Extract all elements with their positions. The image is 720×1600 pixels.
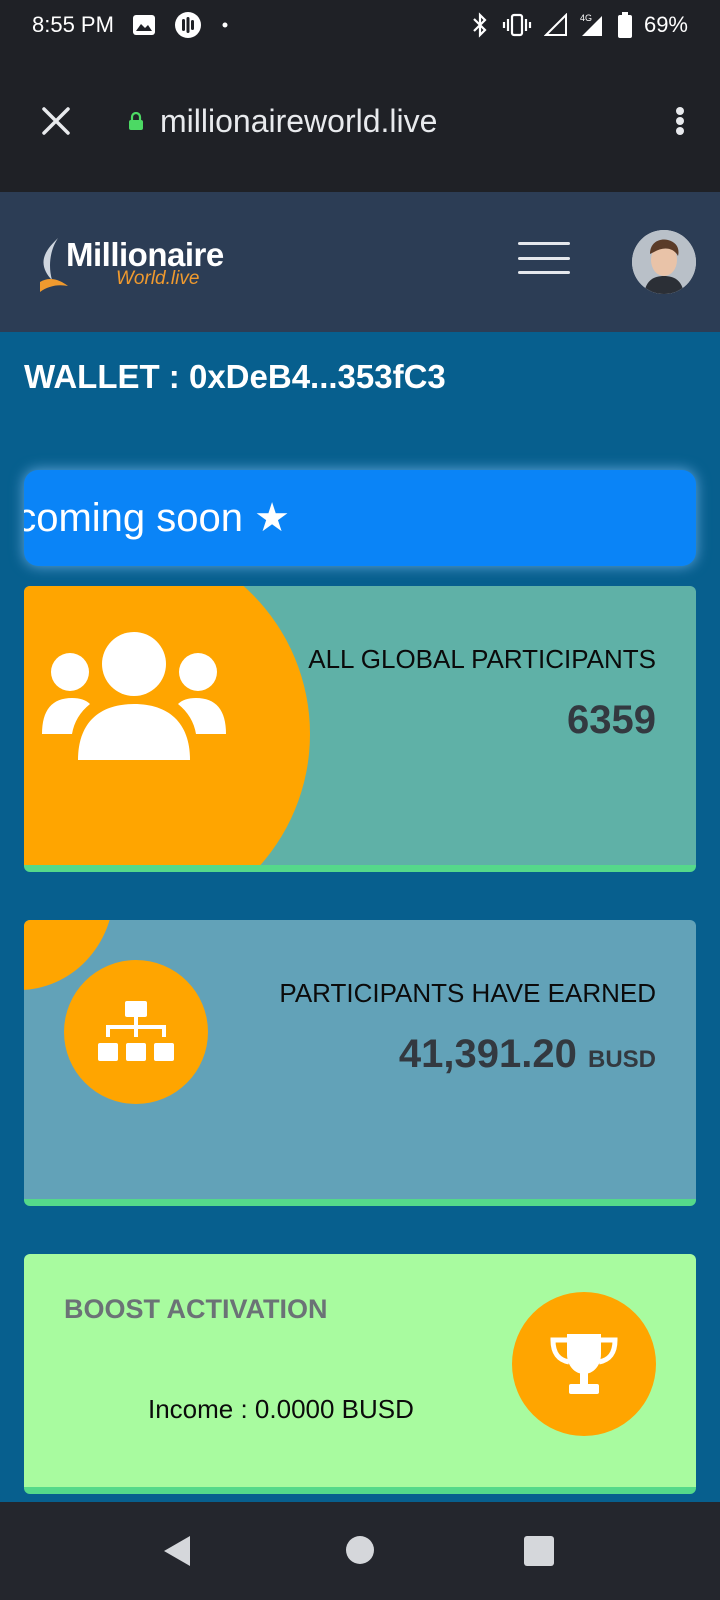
marquee-text: t coming soon ★	[24, 496, 290, 540]
system-nav-bar	[0, 1502, 720, 1600]
participants-value: 6359	[567, 698, 656, 742]
logo-sub-text: World.live	[116, 268, 200, 289]
signal-4g-icon: 4G	[580, 12, 606, 38]
logo-mark-icon	[40, 238, 68, 292]
participants-title: ALL GLOBAL PARTICIPANTS	[308, 644, 656, 674]
main-content: WALLET : 0xDeB4...353fC3 t coming soon ★…	[0, 332, 720, 1502]
status-time: 8:55 PM	[32, 12, 114, 37]
logo[interactable]: Millionaire World.live	[40, 236, 240, 296]
signal-icon	[543, 13, 568, 37]
hamburger-icon[interactable]	[518, 242, 570, 274]
back-icon[interactable]	[162, 1534, 192, 1573]
earned-value: 41,391.20	[398, 1032, 577, 1076]
boost-activation-card: BOOST ACTIVATION Income : 0.0000 BUSD	[24, 1254, 696, 1494]
close-icon[interactable]	[38, 103, 74, 139]
browser-url-bar: millionaireworld.live	[0, 50, 720, 192]
users-icon	[40, 630, 228, 767]
global-participants-card: ALL GLOBAL PARTICIPANTS 6359	[24, 586, 696, 872]
home-icon[interactable]	[346, 1536, 374, 1564]
url-text[interactable]: millionaireworld.live	[160, 103, 437, 140]
bluetooth-icon	[470, 12, 490, 38]
wallet-address: WALLET : 0xDeB4...353fC3	[24, 358, 446, 395]
image-icon	[132, 14, 156, 36]
site-header: Millionaire World.live	[0, 192, 720, 332]
more-vert-icon[interactable]	[670, 101, 690, 141]
earned-title: PARTICIPANTS HAVE EARNED	[279, 978, 656, 1008]
earned-value-row: 41,391.20 BUSD	[399, 1032, 656, 1077]
participants-earned-card: PARTICIPANTS HAVE EARNED 41,391.20 BUSD	[24, 920, 696, 1206]
avatar[interactable]	[632, 230, 696, 294]
boost-title: BOOST ACTIVATION	[64, 1294, 328, 1324]
lock-icon	[128, 111, 146, 131]
podcast-icon	[174, 11, 202, 39]
svg-text:4G: 4G	[580, 13, 592, 23]
status-bar: 8:55 PM 4G 69%	[0, 0, 720, 50]
battery-icon	[617, 12, 632, 38]
trophy-icon[interactable]	[512, 1292, 656, 1436]
sitemap-icon	[64, 960, 208, 1104]
announcement-marquee: t coming soon ★	[24, 470, 696, 566]
earned-unit: BUSD	[587, 1046, 656, 1073]
dot-icon	[220, 20, 230, 30]
recents-icon[interactable]	[524, 1536, 554, 1566]
vibrate-icon	[502, 13, 532, 37]
boost-income: Income : 0.0000 BUSD	[148, 1394, 414, 1424]
battery-percent: 69%	[643, 12, 688, 37]
